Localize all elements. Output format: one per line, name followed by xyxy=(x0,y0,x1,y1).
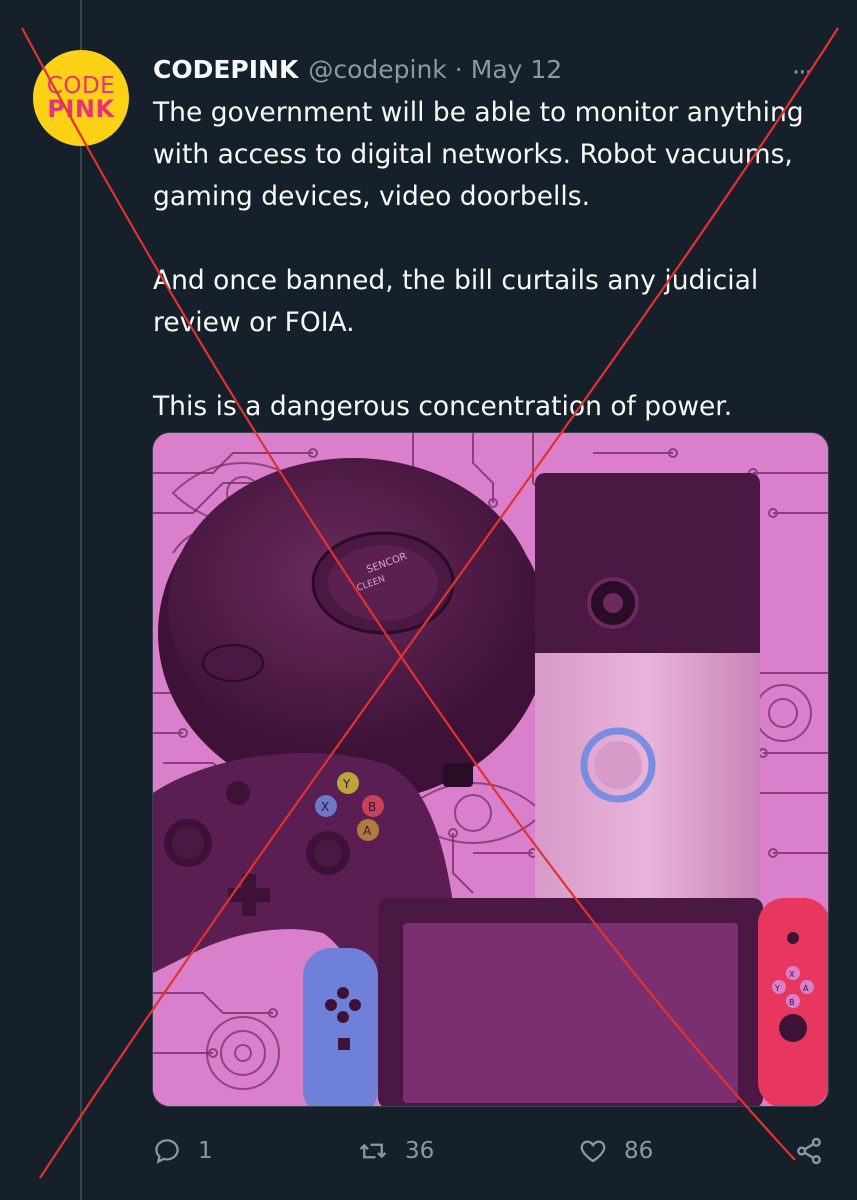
controller-x-label: X xyxy=(321,800,329,814)
surveillance-devices-illustration: SENCOR CLEEN Y X B A X Y A B xyxy=(153,433,828,1106)
joycon-y-label: Y xyxy=(774,984,780,993)
avatar[interactable]: CODE PINK xyxy=(33,50,129,146)
user-handle[interactable]: @codepink xyxy=(308,55,446,84)
robot-vacuum: SENCOR CLEEN xyxy=(158,458,548,803)
controller-y-label: Y xyxy=(342,777,351,791)
tweet-header: CODEPINK @codepink · May 12 xyxy=(153,52,562,86)
joycon-a-label: A xyxy=(803,984,809,993)
tweet-actions: 1 36 86 xyxy=(0,1128,857,1178)
tweet-paragraph: The government will be able to monitor a… xyxy=(153,97,804,212)
like-button[interactable]: 86 xyxy=(578,1128,653,1174)
tweet-paragraph: And once banned, the bill curtails any j… xyxy=(153,265,759,338)
video-doorbell xyxy=(535,473,760,933)
reply-button[interactable]: 1 xyxy=(152,1128,213,1174)
retweet-icon xyxy=(359,1143,387,1159)
heart-icon xyxy=(580,1140,606,1163)
like-count: 86 xyxy=(624,1138,654,1164)
share-button[interactable] xyxy=(793,1128,825,1174)
more-options-icon[interactable]: ··· xyxy=(792,58,813,88)
controller-b-label: B xyxy=(368,800,376,814)
reply-count: 1 xyxy=(198,1138,213,1164)
retweet-count: 36 xyxy=(405,1138,435,1164)
avatar-text-pink: PINK xyxy=(47,94,115,123)
thread-line xyxy=(80,0,82,1200)
controller-a-label: A xyxy=(363,824,372,838)
tweet-image[interactable]: SENCOR CLEEN Y X B A X Y A B xyxy=(152,432,829,1107)
display-name[interactable]: CODEPINK xyxy=(153,55,298,84)
retweet-button[interactable]: 36 xyxy=(357,1128,434,1174)
joycon-b-label: B xyxy=(789,998,795,1007)
share-icon xyxy=(797,1137,821,1165)
nintendo-switch: X Y A B xyxy=(303,898,828,1106)
joycon-x-label: X xyxy=(789,970,795,979)
tweet-text: The government will be able to monitor a… xyxy=(153,92,818,428)
tweet-date[interactable]: May 12 xyxy=(471,55,562,84)
separator-dot: · xyxy=(454,54,463,84)
reply-icon xyxy=(155,1139,179,1164)
tweet-paragraph: This is a dangerous concentration of pow… xyxy=(153,391,733,422)
